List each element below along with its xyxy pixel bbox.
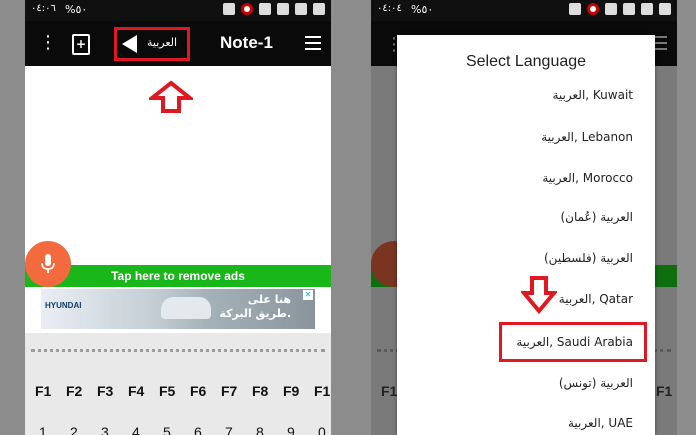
arrow-up-indicator-icon (149, 80, 193, 113)
ad-container: HYUNDAI هنا على طريق البركة. ✕ (25, 287, 331, 333)
language-option[interactable]: العربية (تونس) (559, 376, 633, 390)
number-key[interactable]: 9 (287, 424, 318, 435)
number-key[interactable]: 8 (256, 424, 287, 435)
ad-text: هنا على طريق البركة. (219, 293, 291, 321)
notification-icon (223, 3, 235, 15)
battery-label: %٥٠ (411, 3, 434, 16)
function-key-row: F1F2F3F4F5F6F7F8F9F10 (35, 383, 331, 399)
function-key[interactable]: F7 (221, 383, 252, 399)
hamburger-menu-icon[interactable] (305, 36, 321, 54)
number-key[interactable]: 1 (39, 424, 70, 435)
status-time: ٠٤:٠٦ (31, 3, 56, 14)
app-m-icon (641, 3, 653, 15)
dialog-title: Select Language (465, 53, 587, 70)
app-toolbar: ⋮ + العربية Note-1 (25, 21, 331, 66)
language-label: العربية (147, 36, 178, 49)
new-note-icon[interactable]: + (72, 34, 90, 55)
number-key[interactable]: 0 (318, 424, 331, 435)
function-key[interactable]: F6 (190, 383, 221, 399)
selected-option-highlight (499, 322, 647, 362)
function-key[interactable]: F2 (66, 383, 97, 399)
record-icon (241, 3, 253, 15)
number-key[interactable]: 6 (194, 424, 225, 435)
status-bar: ٠٤:٠٦ %٥٠ (25, 0, 331, 21)
function-key[interactable]: F10 (314, 383, 331, 399)
function-key[interactable]: F3 (97, 383, 128, 399)
function-key[interactable]: F4 (128, 383, 159, 399)
function-key[interactable]: F1 (35, 383, 66, 399)
number-key-row: 1234567890 (39, 424, 331, 435)
remove-ads-bar[interactable]: Tap here to remove ads (25, 265, 331, 287)
status-time: ٠٤:٠٤ (377, 3, 402, 14)
overflow-menu-icon[interactable]: ⋮ (39, 34, 57, 52)
language-option[interactable]: العربية (عُمان) (560, 210, 633, 224)
youtube-icon (277, 3, 289, 15)
battery-label: %٥٠ (65, 3, 88, 16)
ad-brand-logo: HYUNDAI (45, 301, 82, 310)
language-option[interactable]: العربية, Lebanon (541, 130, 633, 144)
number-key[interactable]: 2 (70, 424, 101, 435)
left-phone-screen: ٠٤:٠٦ %٥٠ ⋮ + العربية Note-1 Tap here to… (25, 0, 331, 435)
select-language-dialog: Select Language العربية, Kuwait العربية, … (397, 35, 655, 435)
language-option[interactable]: العربية, Qatar (559, 292, 633, 306)
advertisement-banner[interactable]: HYUNDAI هنا على طريق البركة. ✕ (41, 289, 315, 329)
voice-input-button[interactable] (25, 241, 71, 287)
ad-text-line-1: هنا على (247, 293, 291, 306)
app-icon (259, 3, 271, 15)
record-icon (587, 3, 599, 15)
language-option[interactable]: العربية, Morocco (542, 171, 633, 185)
note-title: Note-1 (220, 33, 273, 52)
app-m-icon (295, 3, 307, 15)
send-icon (122, 35, 137, 53)
status-bar: ٠٤:٠٤ %٥٠ (371, 0, 677, 21)
number-key[interactable]: 5 (163, 424, 194, 435)
language-option[interactable]: العربية, UAE (568, 416, 633, 430)
language-option[interactable]: العربية, Kuwait (552, 88, 633, 102)
ad-text-line-2: طريق البركة. (219, 307, 291, 320)
function-key[interactable]: F9 (283, 383, 314, 399)
number-key[interactable]: 4 (132, 424, 163, 435)
number-key[interactable]: 3 (101, 424, 132, 435)
ad-car-image (161, 297, 211, 319)
function-key[interactable]: F5 (159, 383, 190, 399)
status-icons (569, 3, 671, 15)
ad-close-icon[interactable]: ✕ (303, 290, 313, 300)
mic-status-icon (659, 3, 671, 15)
language-selector-button[interactable]: العربية (114, 27, 190, 61)
right-phone-screen: ٠٤:٠٤ %٥٠ ⋮ F1 F1 Select Language العربي… (371, 0, 677, 435)
number-key[interactable]: 7 (225, 424, 256, 435)
function-key-f1-dimmed-right: F1 (656, 383, 673, 399)
notification-icon (569, 3, 581, 15)
microphone-icon (41, 254, 55, 273)
youtube-icon (623, 3, 635, 15)
arrow-down-indicator-icon (521, 276, 557, 315)
mic-status-icon (313, 3, 325, 15)
divider (31, 349, 325, 352)
app-icon (605, 3, 617, 15)
function-key[interactable]: F8 (252, 383, 283, 399)
function-key-f1-dimmed: F1 (381, 383, 398, 399)
language-option[interactable]: العربية (فلسطين) (544, 251, 633, 265)
keyboard-area: F1F2F3F4F5F6F7F8F9F10 1234567890 (25, 333, 331, 435)
status-icons (223, 3, 325, 15)
